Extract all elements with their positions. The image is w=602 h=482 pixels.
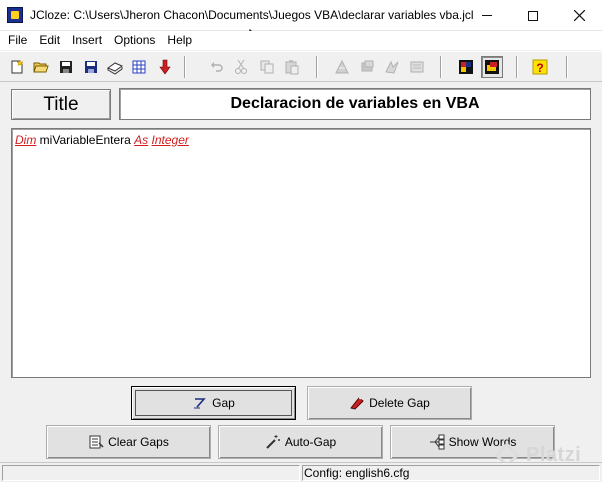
web-page-icon bbox=[132, 60, 146, 74]
book-icon bbox=[107, 62, 123, 75]
gap-tool-1-icon bbox=[335, 59, 349, 74]
gap-word[interactable]: Integer bbox=[152, 133, 189, 147]
menu-edit[interactable]: Edit bbox=[35, 31, 64, 50]
status-config: Config: english6.cfg bbox=[304, 466, 410, 480]
paste-button[interactable] bbox=[281, 56, 303, 78]
paste-icon bbox=[285, 60, 299, 75]
config-icon bbox=[485, 60, 499, 74]
gap-word[interactable]: As bbox=[134, 133, 148, 147]
gap-tool-4-icon bbox=[410, 61, 424, 73]
title-input[interactable]: Declaracion de variables en VBA bbox=[119, 88, 591, 120]
clear-gaps-icon bbox=[89, 435, 104, 449]
undo-icon bbox=[211, 62, 223, 72]
gap-tool-2-icon bbox=[361, 60, 374, 72]
delete-gap-button[interactable]: Delete Gap bbox=[307, 386, 472, 420]
copy-icon bbox=[260, 60, 274, 74]
magic-wand-icon bbox=[266, 435, 280, 449]
auto-gap-button[interactable]: Auto-Gap bbox=[218, 425, 383, 459]
gap-button[interactable]: Gap bbox=[131, 386, 296, 420]
word-tree-icon bbox=[429, 434, 445, 450]
gap-button-label: Gap bbox=[212, 396, 235, 410]
cut-button[interactable] bbox=[230, 56, 252, 78]
auto-gap-button-label: Auto-Gap bbox=[284, 435, 337, 449]
svg-text:?: ? bbox=[536, 61, 543, 75]
gap-tool-3-button[interactable] bbox=[381, 56, 403, 78]
palette-icon bbox=[459, 60, 473, 74]
status-panel-left bbox=[2, 465, 300, 481]
gap-tool-3-icon bbox=[385, 60, 399, 74]
save-as-icon bbox=[85, 61, 97, 73]
status-bar: Config: english6.cfg bbox=[0, 462, 602, 482]
cloze-text-editor[interactable]: Dim miVariableEntera As Integer bbox=[11, 128, 591, 378]
close-icon bbox=[573, 10, 585, 21]
export-arrow-icon bbox=[159, 59, 171, 75]
menu-file[interactable]: File bbox=[4, 31, 31, 50]
title-bar[interactable]: JCloze: C:\Users\Jheron Chacon\Documents… bbox=[0, 0, 602, 31]
save-as-button[interactable] bbox=[80, 56, 102, 78]
toolbar: ? bbox=[0, 51, 602, 82]
minimize-button[interactable] bbox=[464, 0, 510, 31]
close-button[interactable] bbox=[556, 0, 602, 31]
clear-gaps-button-label: Clear Gaps bbox=[108, 435, 169, 449]
gap-tool-4-button[interactable] bbox=[406, 56, 428, 78]
undo-button[interactable] bbox=[206, 56, 228, 78]
maximize-icon bbox=[528, 10, 538, 21]
help-icon: ? bbox=[532, 59, 548, 75]
text-word: miVariableEntera bbox=[39, 133, 131, 147]
palette-button[interactable] bbox=[455, 56, 477, 78]
open-button[interactable] bbox=[30, 56, 52, 78]
menu-help[interactable]: Help bbox=[163, 31, 196, 50]
new-file-button[interactable] bbox=[6, 56, 28, 78]
delete-gap-button-label: Delete Gap bbox=[369, 396, 430, 410]
save-icon bbox=[60, 61, 72, 73]
web-page-button[interactable] bbox=[128, 56, 150, 78]
cut-icon bbox=[235, 59, 247, 74]
eraser-icon bbox=[350, 397, 364, 410]
clear-gaps-button[interactable]: Clear Gaps bbox=[46, 425, 211, 459]
gap-tool-2-button[interactable] bbox=[356, 56, 378, 78]
export-button[interactable] bbox=[154, 56, 176, 78]
save-button[interactable] bbox=[55, 56, 77, 78]
new-file-icon bbox=[11, 59, 24, 74]
help-button[interactable]: ? bbox=[529, 56, 551, 78]
menu-options[interactable]: Options bbox=[110, 31, 159, 50]
gap-word[interactable]: Dim bbox=[15, 133, 36, 147]
jcloze-app-icon[interactable] bbox=[7, 7, 23, 23]
book-button[interactable] bbox=[104, 56, 126, 78]
title-button[interactable]: Title bbox=[11, 89, 111, 120]
open-folder-icon bbox=[33, 62, 49, 73]
maximize-button[interactable] bbox=[510, 0, 556, 31]
minimize-icon bbox=[482, 15, 492, 16]
gap-tool-1-button[interactable] bbox=[331, 56, 353, 78]
window-title: JCloze: C:\Users\Jheron Chacon\Documents… bbox=[30, 8, 474, 22]
config-button[interactable] bbox=[481, 56, 503, 78]
menu-bar: File Edit Insert Options Help bbox=[0, 31, 602, 50]
menu-insert[interactable]: Insert bbox=[68, 31, 106, 50]
copy-button[interactable] bbox=[256, 56, 278, 78]
gap-icon bbox=[194, 398, 206, 409]
